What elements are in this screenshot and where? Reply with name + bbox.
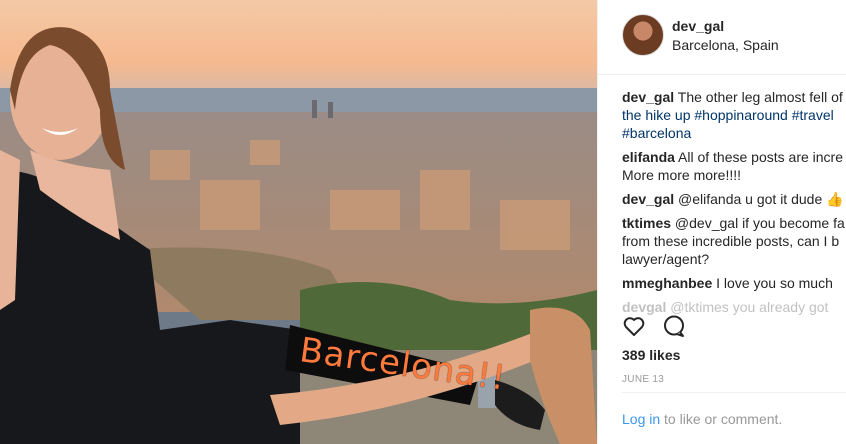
post-date[interactable]: JUNE 13	[622, 374, 664, 385]
comment-username[interactable]: elifanda	[622, 149, 675, 165]
comment-icon[interactable]	[662, 314, 686, 338]
comment-list: dev_gal The other leg almost fell of the…	[622, 88, 846, 322]
comment-text: @dev_gal if you become fa	[674, 215, 845, 231]
comment-text[interactable]: the hike up #hoppinaround #travel	[622, 106, 846, 124]
photo-illustration	[0, 0, 597, 444]
comment-item: tktimes @dev_gal if you become fa from t…	[622, 214, 846, 268]
comment-text: More more more!!!!	[622, 167, 742, 183]
comment-text: I love you so much	[716, 275, 833, 291]
post-username[interactable]: dev_gal	[672, 18, 724, 34]
heart-icon[interactable]	[622, 314, 646, 338]
tower	[328, 102, 333, 118]
avatar[interactable]	[622, 14, 664, 56]
comment-username[interactable]: dev_gal	[622, 191, 674, 207]
comment-text: All of these posts are incre	[678, 149, 844, 165]
login-prompt: Log in to like or comment.	[622, 411, 782, 427]
comment-text: lawyer/agent?	[622, 251, 710, 267]
login-prompt-text: to like or comment.	[660, 411, 783, 427]
comment-text: @elifanda u got it dude 👍	[678, 191, 844, 207]
comment-item: mmeghanbee I love you so much	[622, 274, 846, 292]
tower	[312, 100, 317, 118]
post-header: dev_gal Barcelona, Spain	[598, 0, 846, 75]
like-count[interactable]: 389 likes	[622, 347, 680, 363]
comment-text[interactable]: #barcelona	[622, 124, 846, 142]
comment-text: from these incredible posts, can I b	[622, 233, 840, 249]
comment-username[interactable]: tktimes	[622, 215, 671, 231]
post-actions	[622, 314, 822, 338]
comment-username[interactable]: dev_gal	[622, 89, 674, 105]
comment-item: dev_gal @elifanda u got it dude 👍	[622, 190, 846, 208]
comment-text: The other leg almost fell of	[677, 89, 843, 105]
login-link[interactable]: Log in	[622, 411, 660, 427]
comment-username[interactable]: mmeghanbee	[622, 275, 712, 291]
divider	[622, 392, 846, 393]
post-photo[interactable]: Barcelona!!	[0, 0, 597, 444]
post-location[interactable]: Barcelona, Spain	[672, 37, 779, 53]
comment-item: elifanda All of these posts are incre Mo…	[622, 148, 846, 184]
post-sidebar: dev_gal Barcelona, Spain dev_gal The oth…	[597, 0, 846, 444]
comment-text: @tktimes you already got	[670, 299, 829, 315]
comment-item: dev_gal The other leg almost fell of the…	[622, 88, 846, 142]
comment-username[interactable]: devgal	[622, 299, 666, 315]
